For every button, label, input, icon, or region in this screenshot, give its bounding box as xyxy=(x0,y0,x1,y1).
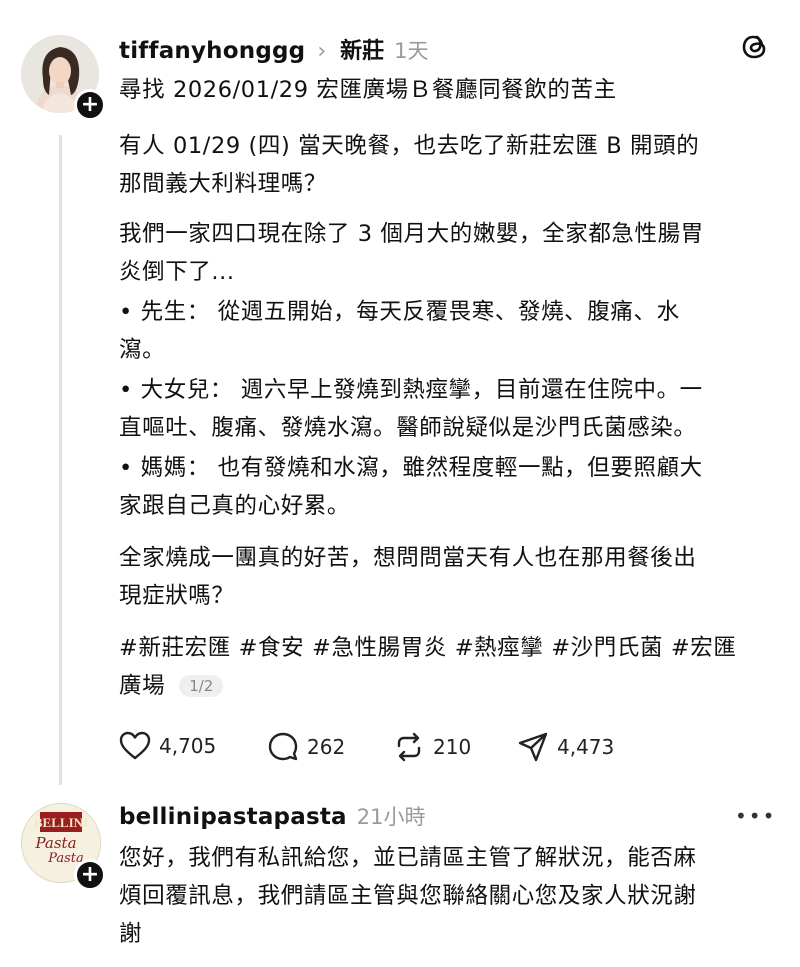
reply-header: bellinipastapasta 21小時 xyxy=(119,801,426,831)
post-title: 尋找 2026/01/29 宏匯廣場Ｂ餐廳同餐飲的苦主 xyxy=(119,77,617,103)
more-icon[interactable]: ••• xyxy=(735,804,776,828)
repost-count: 210 xyxy=(433,735,472,759)
threads-logo-icon[interactable] xyxy=(740,31,770,67)
follow-plus-button[interactable]: + xyxy=(74,859,106,891)
post-bullet: • 大女兒： 週六早上發燒到熱痙攣，目前還在住院中。一 直嘔吐、腹痛、發燒水瀉。… xyxy=(119,377,703,441)
reply-username[interactable]: bellinipastapasta xyxy=(119,804,347,830)
reply-text: 您好，我們有私訊給您，並已請區主管了解狀況，能否麻 煩回覆訊息，我們請區主管與您… xyxy=(119,845,697,947)
comment-count: 262 xyxy=(307,735,346,759)
post-hashtags-line[interactable]: 廣場 xyxy=(119,667,165,705)
share-count: 4,473 xyxy=(557,735,615,759)
svg-text:Pasta: Pasta xyxy=(34,834,76,852)
post-time: 1天 xyxy=(394,39,429,63)
send-icon xyxy=(518,732,548,762)
like-count: 4,705 xyxy=(159,734,217,758)
comment-button[interactable]: 262 xyxy=(267,731,345,763)
post-hashtags-line[interactable]: #新莊宏匯 #食安 #急性腸胃炎 #熱痙攣 #沙門氏菌 #宏匯 xyxy=(119,629,779,667)
post-bullet: • 先生： 從週五開始，每天反覆畏寒、發燒、腹痛、水 瀉。 xyxy=(119,299,680,363)
share-button[interactable]: 4,473 xyxy=(517,731,614,763)
like-button[interactable]: 4,705 xyxy=(119,731,216,761)
post-body: 有人 01/29 (四) 當天晚餐，也去吃了新莊宏匯 B 開頭的 那間義大利料理… xyxy=(119,127,779,705)
post-bullet: • 媽媽： 也有發燒和水瀉，雖然程度輕一點，但要照顧大 家跟自己真的心好累。 xyxy=(119,455,703,519)
post-location[interactable]: 新莊 xyxy=(340,33,384,65)
svg-text:BELLINI: BELLINI xyxy=(34,815,88,830)
page-indicator-badge: 1/2 xyxy=(179,675,224,697)
post-paragraph: 有人 01/29 (四) 當天晚餐，也去吃了新莊宏匯 B 開頭的 那間義大利料理… xyxy=(119,133,700,197)
post-paragraph: 我們一家四口現在除了 3 個月大的嫩嬰，全家都急性腸胃 炎倒下了... xyxy=(119,221,704,285)
repost-icon xyxy=(397,732,421,762)
thread-line xyxy=(59,135,62,785)
follow-plus-button[interactable]: + xyxy=(74,89,106,121)
post-paragraph: 全家燒成一團真的好苦，想問問當天有人也在那用餐後出 現症狀嗎？ xyxy=(119,545,697,609)
comment-bubble-icon xyxy=(268,732,298,761)
heart-icon xyxy=(119,731,151,760)
chevron-right-icon: › xyxy=(317,39,327,64)
post-header: tiffanyhonggg › 新莊 1天 xyxy=(119,33,429,65)
repost-button[interactable]: 210 xyxy=(393,731,471,763)
reply-time: 21小時 xyxy=(356,805,426,829)
post-username[interactable]: tiffanyhonggg xyxy=(119,38,305,64)
